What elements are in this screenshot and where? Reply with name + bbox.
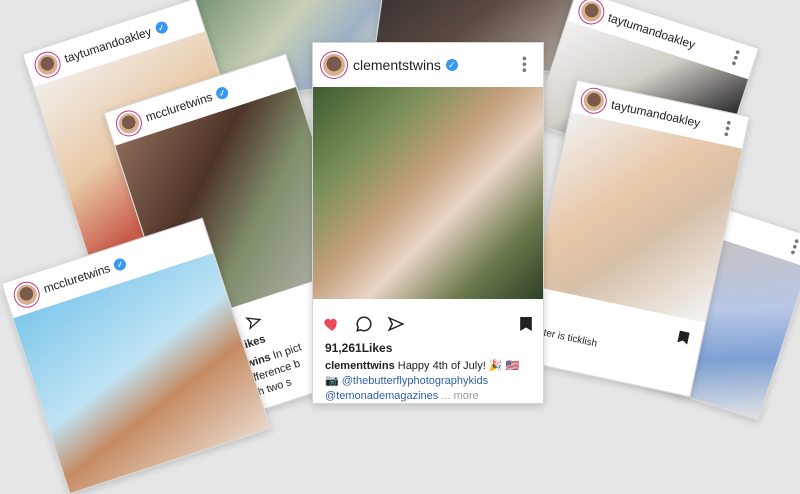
more-options-icon[interactable]: ••• <box>726 48 747 70</box>
post-username[interactable]: clementstwins <box>353 57 441 73</box>
post-photo <box>313 87 543 299</box>
more-options-icon[interactable]: ••• <box>718 119 737 140</box>
more-link[interactable]: ... more <box>441 390 478 402</box>
likes-count: 91,261Likes <box>325 341 393 355</box>
verified-icon: ✓ <box>112 256 128 272</box>
avatar[interactable] <box>581 88 606 113</box>
more-options-icon[interactable]: ••• <box>517 56 533 74</box>
bookmark-icon[interactable] <box>675 329 691 350</box>
comment-icon[interactable] <box>355 315 373 333</box>
heart-icon[interactable] <box>323 315 341 333</box>
caption-text: Happy 4th of July! 🎉 🇺🇸 <box>397 360 520 372</box>
caption-username[interactable]: clementtwins <box>325 360 395 372</box>
post-header: clementstwins ✓ ••• <box>313 43 543 87</box>
tag-link-1[interactable]: @thebutterflyphotographykids <box>342 375 488 387</box>
post-actions <box>323 315 533 333</box>
tag-link-2[interactable]: @temonademagazines <box>325 390 438 402</box>
avatar[interactable] <box>116 110 142 137</box>
camera-emoji-icon: 📷 <box>325 375 339 387</box>
avatar[interactable] <box>14 282 40 308</box>
verified-icon: ✓ <box>214 85 231 101</box>
post-caption: clementtwins Happy 4th of July! 🎉 🇺🇸 📷 @… <box>325 359 533 403</box>
verified-icon: ✓ <box>153 20 170 36</box>
verified-icon: ✓ <box>445 59 458 71</box>
avatar[interactable] <box>34 52 61 78</box>
post-photo <box>533 112 743 323</box>
share-icon[interactable] <box>387 315 405 333</box>
more-options-icon[interactable]: ••• <box>785 237 800 259</box>
bookmark-icon[interactable] <box>519 315 533 333</box>
avatar[interactable] <box>578 0 604 25</box>
share-icon[interactable] <box>244 311 264 331</box>
post-card-clementstwins[interactable]: clementstwins ✓ ••• 91,261Likes clementt… <box>312 42 544 404</box>
avatar[interactable] <box>323 54 345 76</box>
post-caption: ister is ticklish <box>535 325 599 350</box>
